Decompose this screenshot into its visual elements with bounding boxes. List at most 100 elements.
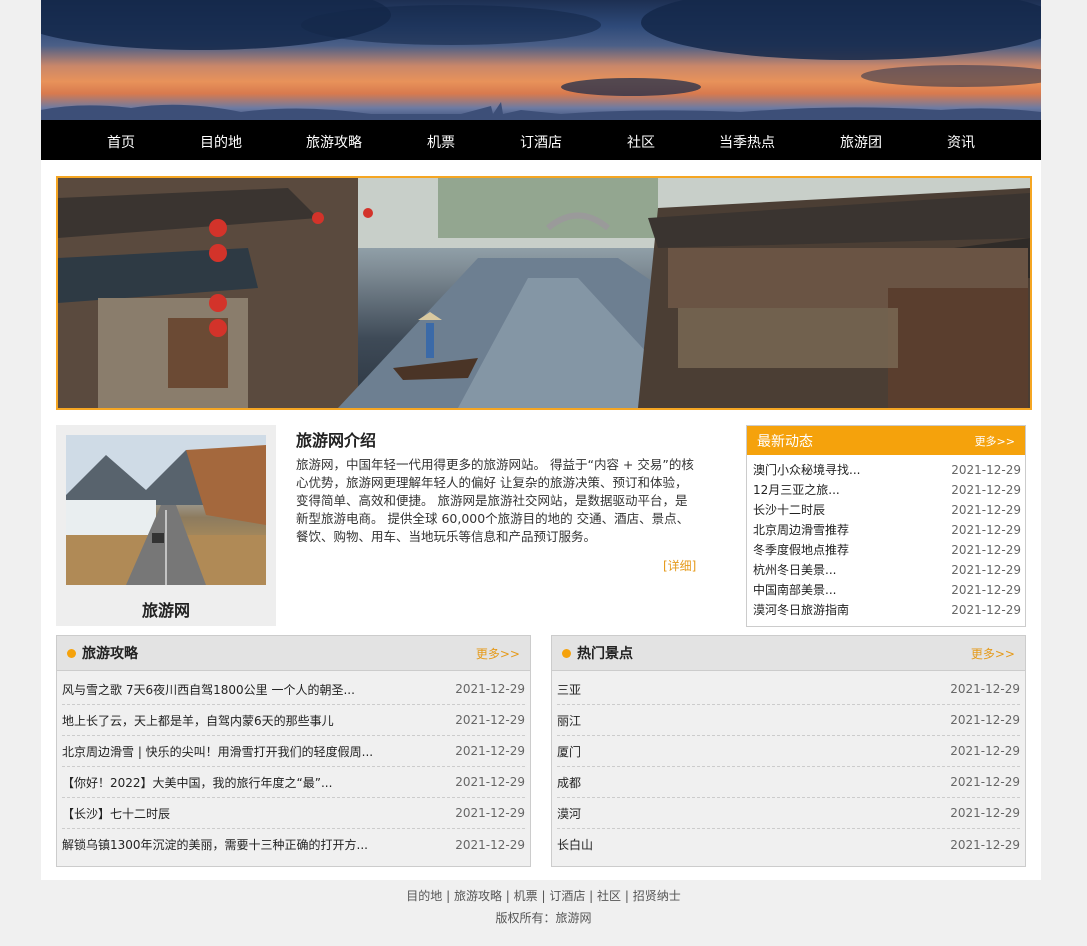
nav-destination[interactable]: 目的地 (200, 132, 242, 152)
nav-news[interactable]: 资讯 (947, 132, 975, 152)
intro-text: 旅游网，中国年轻一代用得更多的旅游网站。 得益于“内容 + 交易”的核心优势，旅… (296, 457, 694, 544)
news-item-title: 澳门小众秘境寻找... (753, 463, 861, 477)
footer: 目的地 | 旅游攻略 | 机票 | 订酒店 | 社区 | 招贤纳士 版权所有：旅… (0, 885, 1087, 929)
hot-spots-panel: 热门景点 更多>> 三亚 2021-12-29 丽江 2021-12-29 厦门 20… (551, 635, 1026, 867)
news-item-title: 冬季度假地点推荐 (753, 543, 850, 557)
spot-item-date: 2021-12-29 (950, 837, 1020, 852)
guide-item-date: 2021-12-29 (455, 837, 525, 852)
nav-hotels[interactable]: 订酒店 (520, 132, 562, 152)
news-more-link[interactable]: 更多>> (975, 433, 1015, 449)
news-item-title: 杭州冬日美景... (753, 563, 837, 577)
guide-item-title: 【长沙】七十二时辰 (62, 806, 171, 821)
news-item-title: 12月三亚之旅... (753, 483, 840, 497)
guide-item-title: 北京周边滑雪 | 快乐的尖叫！用滑雪打开我们的轻度假周... (62, 744, 374, 759)
news-item[interactable]: 长沙十二时辰 2021-12-29 (753, 500, 1021, 520)
news-header: 最新动态 更多>> (747, 426, 1025, 455)
guide-item-title: 地上长了云，天上都是羊，自驾内蒙6天的那些事儿 (62, 713, 334, 728)
footer-link-guides[interactable]: 旅游攻略 (454, 889, 502, 903)
guides-title: 旅游攻略 (82, 646, 138, 662)
nav-flights[interactable]: 机票 (427, 132, 455, 152)
news-item-title: 漠河冬日旅游指南 (753, 603, 850, 617)
spot-item-date: 2021-12-29 (950, 713, 1020, 727)
news-item-date: 2021-12-29 (951, 603, 1021, 617)
spots-more-link[interactable]: 更多>> (971, 645, 1015, 662)
news-item[interactable]: 澳门小众秘境寻找... 2021-12-29 (753, 460, 1021, 480)
spot-item[interactable]: 丽江 2021-12-29 (557, 705, 1020, 736)
news-item-date: 2021-12-29 (951, 563, 1021, 577)
news-item[interactable]: 12月三亚之旅... 2021-12-29 (753, 480, 1021, 500)
guide-item-date: 2021-12-29 (455, 744, 525, 758)
guide-item[interactable]: 【你好！2022】大美中国，我的旅行年度之“最”... 2021-12-29 (62, 767, 525, 798)
bullet-dot-icon (67, 648, 76, 658)
nav-tours[interactable]: 旅游团 (840, 132, 882, 152)
nav-home[interactable]: 首页 (107, 132, 135, 152)
news-title: 最新动态 (757, 433, 813, 450)
guide-item[interactable]: 地上长了云，天上都是羊，自驾内蒙6天的那些事儿 2021-12-29 (62, 705, 525, 736)
spot-item[interactable]: 长白山 2021-12-29 (557, 829, 1020, 860)
news-item-date: 2021-12-29 (951, 483, 1021, 497)
guide-item-date: 2021-12-29 (455, 713, 525, 727)
about-card: 旅游网 (56, 425, 276, 626)
news-item[interactable]: 杭州冬日美景... 2021-12-29 (753, 560, 1021, 580)
spot-item-date: 2021-12-29 (950, 775, 1020, 789)
spot-item-date: 2021-12-29 (950, 682, 1020, 696)
spot-item-date: 2021-12-29 (950, 744, 1020, 758)
footer-link-community[interactable]: 社区 (597, 889, 621, 903)
hero-image (56, 176, 1032, 410)
nav-hot-season[interactable]: 当季热点 (719, 132, 775, 152)
main-content: 旅游网 旅游网介绍 旅游网，中国年轻一代用得更多的旅游网站。 得益于“内容 + … (41, 160, 1041, 880)
spot-item[interactable]: 厦门 2021-12-29 (557, 736, 1020, 767)
news-item-title: 中国南部美景... (753, 583, 837, 597)
spot-item-date: 2021-12-29 (950, 806, 1020, 820)
guide-item-title: 【你好！2022】大美中国，我的旅行年度之“最”... (62, 775, 333, 790)
latest-news-panel: 最新动态 更多>> 澳门小众秘境寻找... 2021-12-29 12月三亚之旅.… (746, 425, 1026, 627)
guide-item[interactable]: 【长沙】七十二时辰 2021-12-29 (62, 798, 525, 829)
news-item[interactable]: 中国南部美景... 2021-12-29 (753, 580, 1021, 600)
header-banner (41, 0, 1041, 120)
guide-item-date: 2021-12-29 (455, 775, 525, 789)
spot-item[interactable]: 漠河 2021-12-29 (557, 798, 1020, 829)
guides-more-link[interactable]: 更多>> (476, 645, 520, 662)
footer-links: 目的地 | 旅游攻略 | 机票 | 订酒店 | 社区 | 招贤纳士 (406, 889, 681, 903)
guide-item[interactable]: 风与雪之歌 7天6夜川西自驾1800公里 一个人的朝圣... 2021-12-29 (62, 674, 525, 705)
news-item[interactable]: 漠河冬日旅游指南 2021-12-29 (753, 600, 1021, 620)
spot-item-title: 三亚 (557, 682, 582, 697)
footer-link-flights[interactable]: 机票 (514, 889, 538, 903)
bullet-dot-icon (562, 648, 571, 658)
guide-item-date: 2021-12-29 (455, 682, 525, 696)
nav-community[interactable]: 社区 (627, 132, 655, 152)
intro-title: 旅游网介绍 (296, 431, 377, 450)
guides-panel: 旅游攻略 更多>> 风与雪之歌 7天6夜川西自驾1800公里 一个人的朝圣...… (56, 635, 531, 867)
guide-item-date: 2021-12-29 (455, 806, 525, 820)
about-image (66, 435, 266, 585)
guide-item[interactable]: 北京周边滑雪 | 快乐的尖叫！用滑雪打开我们的轻度假周... 2021-12-29 (62, 736, 525, 767)
about-site-name: 旅游网 (141, 601, 190, 620)
news-item-title: 长沙十二时辰 (753, 503, 826, 517)
nav-guides[interactable]: 旅游攻略 (306, 132, 362, 152)
spot-item-title: 成都 (557, 775, 582, 790)
footer-copyright: 版权所有：旅游网 (495, 911, 592, 925)
news-item-date: 2021-12-29 (951, 543, 1021, 557)
spot-item[interactable]: 成都 2021-12-29 (557, 767, 1020, 798)
news-item-date: 2021-12-29 (951, 503, 1021, 517)
news-item[interactable]: 北京周边滑雪推荐 2021-12-29 (753, 520, 1021, 540)
spot-item-title: 漠河 (557, 806, 582, 821)
spot-item-title: 丽江 (557, 713, 582, 728)
intro-more-link[interactable]: [详细] (663, 557, 696, 574)
footer-link-destination[interactable]: 目的地 (406, 889, 442, 903)
news-item[interactable]: 冬季度假地点推荐 2021-12-29 (753, 540, 1021, 560)
spot-item[interactable]: 三亚 2021-12-29 (557, 674, 1020, 705)
spots-title: 热门景点 (577, 646, 633, 662)
guide-item-title: 解锁乌镇1300年沉淀的美丽，需要十三种正确的打开方... (62, 838, 368, 852)
footer-link-hotels[interactable]: 订酒店 (549, 889, 585, 903)
news-item-date: 2021-12-29 (951, 523, 1021, 537)
footer-link-careers[interactable]: 招贤纳士 (633, 889, 681, 903)
news-item-date: 2021-12-29 (951, 463, 1021, 477)
news-item-title: 北京周边滑雪推荐 (753, 523, 850, 537)
spot-item-title: 长白山 (557, 838, 594, 852)
spot-item-title: 厦门 (557, 744, 582, 759)
spots-header: 热门景点 更多>> (552, 636, 1025, 671)
guides-header: 旅游攻略 更多>> (57, 636, 530, 671)
news-item-date: 2021-12-29 (951, 583, 1021, 597)
guide-item[interactable]: 解锁乌镇1300年沉淀的美丽，需要十三种正确的打开方... 2021-12-29 (62, 829, 525, 860)
